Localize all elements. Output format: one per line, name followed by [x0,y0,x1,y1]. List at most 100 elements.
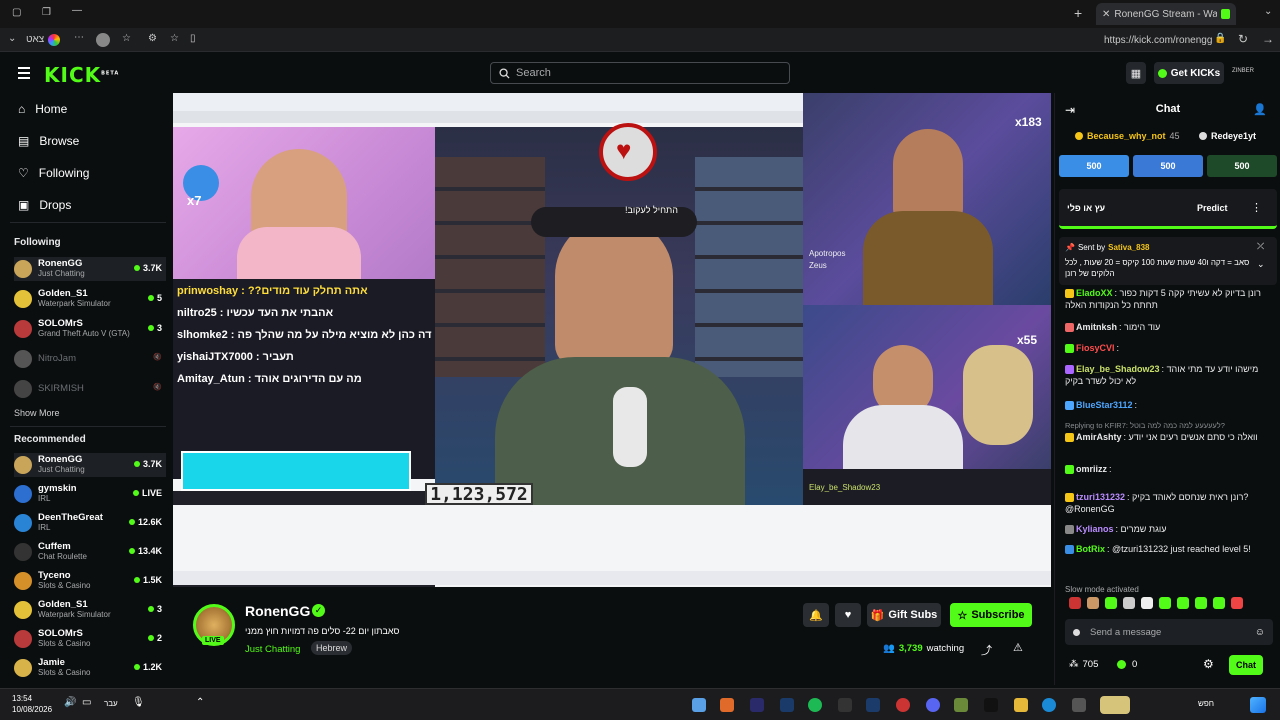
streamer-name[interactable]: RonenGG [245,603,310,619]
chat-message[interactable]: Elay_be_Shadow23: מישהו יודע עד מתי אוהד… [1065,363,1271,387]
chat-message[interactable]: EladoXX: רונן בדיוק לא עשיתי קקה 5 דקות … [1065,287,1271,311]
emote-icon[interactable] [1141,597,1153,609]
predict-button[interactable]: Predict [1197,203,1228,213]
chevron-up-icon[interactable]: ⌃ [196,697,204,708]
chevron-down-icon[interactable]: ⌄ [8,33,16,44]
chat-message[interactable]: AmirAshty: וואלה כי סתם אנשים רעים אני י… [1065,431,1271,443]
star-icon[interactable]: ☆ [170,33,179,44]
notify-bell-button[interactable]: 🔔 [803,603,829,627]
app-icon[interactable] [954,698,968,712]
task-view-icon[interactable] [1072,698,1086,712]
emote-icon[interactable] [1231,597,1243,609]
emote-icon[interactable] [1087,597,1099,609]
chat-username[interactable]: FiosyCVI [1076,343,1115,353]
settings-gear-icon[interactable]: ⚙ [1203,657,1214,671]
get-kicks-button[interactable]: Get KICKs [1154,62,1224,84]
close-tab-icon[interactable]: ✕ [1102,9,1110,20]
chat-username[interactable]: Kylianos [1076,524,1114,534]
premiere-icon[interactable] [750,698,764,712]
sidebar-item-drops[interactable]: ▣ Drops [18,198,71,212]
chat-username[interactable]: omriizz [1076,464,1107,474]
taskbar-search[interactable]: חפש [1198,699,1214,708]
kicks-tile[interactable]: 500 [1059,155,1129,177]
extensions-icon[interactable]: ⚙ [148,33,157,44]
sidebar-item-browse[interactable]: ▤ Browse [18,134,79,148]
video-player[interactable]: x7 ♥ !התחיל לעקוב x183 Apotropos Zeus x5… [173,93,1051,587]
show-more-link[interactable]: Show More [14,408,60,418]
sidebar-channel[interactable]: Golden_S1 Waterpark Simulator 3 [14,598,166,622]
emoji-icon[interactable]: ☺ [1255,627,1265,638]
sidebar-item-home[interactable]: ⌂ Home [18,102,67,116]
chat-username[interactable]: BlueStar3112 [1076,400,1133,410]
prediction-card[interactable]: עץ או פלי Predict ⋮ [1059,189,1277,229]
start-windows-icon[interactable] [1250,697,1266,713]
emote-icon[interactable] [1213,597,1225,609]
chat-input[interactable]: Send a message ☺ [1065,619,1273,645]
app-icon[interactable] [720,698,734,712]
sidebar-channel[interactable]: SOLOMrS Slots & Casino 2 [14,627,166,651]
share-icon[interactable]: ⤴ [981,642,992,658]
top-gifter[interactable]: Redeye1yt [1199,131,1256,141]
file-explorer-icon[interactable] [1014,698,1028,712]
spotify-icon[interactable] [808,698,822,712]
chat-username[interactable]: EladoXX [1076,288,1113,298]
chat-username[interactable]: tzuri131232 [1076,492,1125,502]
split-screen-icon[interactable]: ▯ [190,33,196,44]
emote-icon[interactable] [1159,597,1171,609]
chat-username[interactable]: AmirAshty [1076,432,1122,442]
volume-icon[interactable]: 🔊 [64,697,76,708]
minimize-icon[interactable]: — [72,5,82,16]
chat-message[interactable]: Kylianos: עוגת שמרים [1065,523,1271,535]
gift-subs-button[interactable]: 🎁 Gift Subs [867,603,941,627]
network-icon[interactable]: ▭ [82,697,91,708]
sidebar-channel[interactable]: Jamie Slots & Casino 1.2K [14,656,166,680]
category-link[interactable]: Just Chatting [245,644,300,655]
subscribe-button[interactable]: ☆ Subscribe [950,603,1032,627]
steam-icon[interactable] [866,698,880,712]
language-indicator[interactable]: עבר [104,699,118,708]
chat-username[interactable]: Amitnksh [1076,322,1117,332]
emote-icon[interactable] [1105,597,1117,609]
kick-logo[interactable]: KICKBETA [44,63,119,87]
top-gifter[interactable]: Because_why_not 45 [1075,131,1180,141]
kicks-tile[interactable]: 500 [1133,155,1203,177]
favorites-icon[interactable]: ☆ [122,33,131,44]
sidebar-channel[interactable]: SOLOMrS Grand Theft Auto V (GTA) 3 [14,317,166,341]
chat-message[interactable]: omriizz: [1065,463,1271,475]
menu-icon[interactable] [18,67,30,79]
emote-icon[interactable] [1069,597,1081,609]
sidebar-channel[interactable]: Golden_S1 Waterpark Simulator 5 [14,287,166,311]
sidebar-channel[interactable]: Cuffem Chat Roulette 13.4K [14,540,166,564]
clock[interactable]: 13:54 10/08/2026 [12,693,52,715]
chat-message[interactable]: BotRix: @tzuri131232 just reached level … [1065,543,1271,555]
send-chat-button[interactable]: Chat [1229,655,1263,675]
sidebar-channel[interactable]: DeenTheGreat IRL 12.6K [14,511,166,535]
sidebar-channel[interactable]: Tyceno Slots & Casino 1.5K [14,569,166,593]
sidebar-channel[interactable]: RonenGG Just Chatting 3.7K [14,257,166,281]
chat-message[interactable]: FiosyCVI: [1065,342,1271,354]
channel-points[interactable]: ⁂ 705 [1069,659,1098,670]
obs-icon[interactable] [896,698,910,712]
edge-icon[interactable] [1042,698,1056,712]
users-icon[interactable]: 👤 [1253,103,1267,116]
theater-mode-icon[interactable]: ▦ [1126,62,1146,84]
tiktok-icon[interactable] [984,698,998,712]
emote-icon[interactable] [1177,597,1189,609]
sidebar-item-following[interactable]: ♡ Following [18,166,89,180]
sidebar-channel[interactable]: gymskin IRL LIVE [14,482,166,506]
chat-username[interactable]: Elay_be_Shadow23 [1076,364,1160,374]
kicks-tile[interactable]: 500 [1207,155,1277,177]
mic-icon[interactable]: 🎙 [132,697,145,708]
new-tab-icon[interactable]: + [1074,5,1082,21]
url-field[interactable]: https://kick.com/ronengg [1104,35,1212,46]
sidebar-channel[interactable]: SKIRMISH 🔇 [14,377,166,401]
sidebar-channel[interactable]: RonenGG Just Chatting 3.7K [14,453,166,477]
chevron-down-icon[interactable]: ⌄ [1257,259,1265,270]
profile-label[interactable]: צאט [26,34,44,45]
report-icon[interactable]: ⚠ [1013,641,1023,654]
tab-kick[interactable]: ✕ RonenGG Stream - Watch Live [1096,3,1236,25]
window-restore-icon[interactable]: ❐ [42,7,51,18]
window-icon[interactable]: ▢ [12,7,21,18]
copilot-icon[interactable] [48,34,60,46]
epic-games-icon[interactable] [838,698,852,712]
